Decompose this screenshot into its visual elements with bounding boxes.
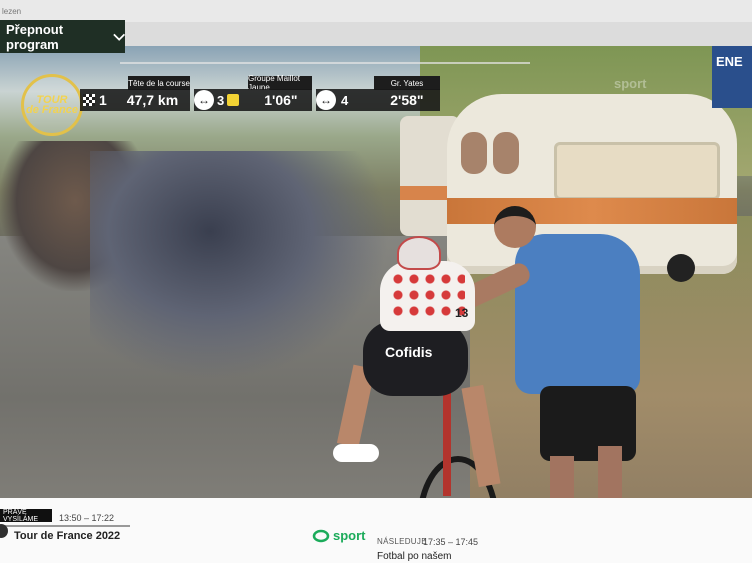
breadcrumb: lezen	[2, 7, 22, 16]
tour-de-france-logo: TOUR de France	[21, 74, 83, 136]
yates-label: Gr. Yates	[374, 76, 440, 90]
yates-count: 4	[341, 92, 349, 108]
switch-program-button[interactable]: Přepnout program	[0, 20, 125, 53]
o2-logo-icon	[312, 529, 330, 542]
head-distance: 47,7 km	[126, 92, 179, 108]
now-playing-title[interactable]: Tour de France 2022	[14, 530, 120, 542]
yellow-jersey-icon	[227, 94, 240, 106]
rider-sponsor-text: Cofidis	[385, 344, 433, 360]
rider-bib-number: 13	[455, 306, 469, 320]
next-time: 17:35 – 17:45	[423, 537, 479, 547]
ad-board: ENE	[712, 46, 752, 108]
chevron-down-icon	[112, 33, 125, 41]
flag-icon	[83, 94, 95, 106]
next-title[interactable]: Fotbal po našem	[377, 551, 452, 562]
video-player[interactable]: ENE sport Cofidis 13 TOUR de France Tête…	[0, 46, 752, 498]
yates-gap: 2'58"	[390, 92, 424, 108]
yellow-jersey-group-box: ↔ 3 1'06"	[194, 89, 312, 111]
channel-watermark: sport	[614, 76, 647, 91]
channel-logo: sport	[312, 528, 366, 543]
program-info-bar: PRÁVĚ VYSÍLÁME 13:50 – 17:22 Tour de Fra…	[0, 498, 752, 563]
group-gap: 1'06"	[264, 92, 298, 108]
head-count: 1	[99, 92, 107, 108]
spectator-pushing	[451, 206, 650, 498]
ad-board-text: ENE	[716, 54, 743, 69]
rider-polka-dot: Cofidis 13	[333, 236, 501, 496]
now-playing-time: 13:50 – 17:22	[59, 513, 115, 523]
live-badge: PRÁVĚ VYSÍLÁME	[0, 509, 52, 523]
next-label: NÁSLEDUJE	[377, 537, 427, 546]
top-bar: lezen	[0, 0, 752, 22]
yates-group-box: ↔ 4 2'58"	[316, 89, 440, 111]
head-label: Tête de la course	[128, 76, 190, 90]
play-indicator-icon[interactable]	[0, 524, 8, 538]
gap-arrows-icon: ↔	[316, 90, 336, 110]
group-label: Groupe Maillot Jaune	[248, 74, 312, 92]
progress-track	[0, 525, 130, 527]
switch-program-label: Přepnout program	[6, 21, 64, 52]
gap-arrows-icon: ↔	[194, 90, 214, 110]
group-count: 3	[217, 92, 225, 108]
channel-name: sport	[333, 528, 366, 543]
overlay-divider	[120, 62, 530, 64]
head-of-race-box: 1 47,7 km	[80, 89, 190, 111]
